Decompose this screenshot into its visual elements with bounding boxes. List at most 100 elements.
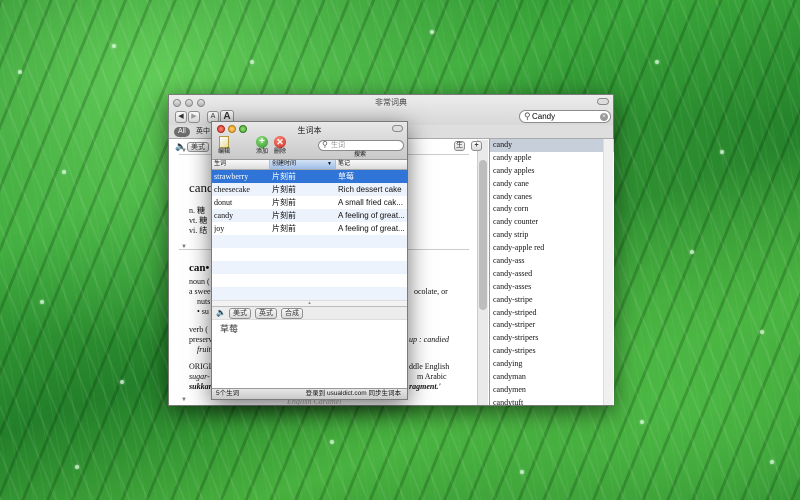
plus-icon: + (256, 136, 268, 148)
definition-text: a swee (189, 287, 211, 296)
expand-button[interactable]: + (471, 141, 482, 151)
notebook-cell-word: candy (214, 211, 234, 220)
water-drop (62, 170, 66, 174)
word-list-item[interactable]: candy apples (490, 165, 614, 178)
definition-text: up : candied (409, 335, 449, 344)
notebook-cell-note: 草莓 (338, 172, 354, 181)
word-list-item[interactable]: candy-stripe (490, 294, 614, 307)
word-list-item[interactable]: candy-assed (490, 268, 614, 281)
disclosure-triangle[interactable]: ▼ (181, 148, 187, 154)
speaker-icon[interactable]: 🔈 (216, 308, 226, 317)
word-list-scrollbar[interactable] (603, 139, 613, 405)
sync-link[interactable]: 登录到 usualdict.com 同步生词本 (306, 389, 401, 399)
word-list-item[interactable]: candy counter (490, 216, 614, 229)
word-list-item[interactable]: candy-apple red (490, 242, 614, 255)
toolbar-toggle-button[interactable] (392, 125, 403, 132)
word-list-item[interactable]: candyman (490, 371, 614, 384)
word-list-item[interactable]: candy strip (490, 229, 614, 242)
word-list-item[interactable]: candy-stripers (490, 332, 614, 345)
headword: cand (189, 180, 214, 195)
notebook-toolbar: 生词本 编辑 + 添加 ✕ 删除 ⚲ 生词 搜索 (212, 122, 407, 160)
delete-word-button[interactable]: ✕ 删除 (272, 136, 288, 156)
pos-label: noun ( (189, 277, 210, 286)
disclosure-triangle[interactable]: ▼ (181, 397, 187, 403)
origin-text: ddle English (409, 362, 450, 371)
word-list-item[interactable]: candy (490, 139, 614, 152)
entry-scrollbar[interactable] (477, 140, 488, 405)
water-drop (690, 250, 694, 254)
definition-text: • su (197, 307, 209, 316)
word-list-item[interactable]: candymen (490, 384, 614, 397)
column-header-time[interactable]: 创建时间 ▼ (270, 160, 336, 169)
tab-all[interactable]: All (174, 127, 190, 137)
notebook-row[interactable]: strawberry 片刻前 草莓 (212, 170, 408, 183)
search-icon: ⚲ (524, 111, 531, 121)
notebook-cell-word: cheesecake (214, 185, 250, 194)
word-list-item[interactable]: candy-ass (490, 255, 614, 268)
notebook-cell-time: 片刻前 (272, 172, 296, 181)
notebook-column-headers: 生词 创建时间 ▼ 笔记 (212, 160, 407, 170)
word-list-item[interactable]: candy-striped (490, 307, 614, 320)
word-list-item[interactable]: candy-asses (490, 281, 614, 294)
origin-text: sugar- (189, 372, 210, 381)
notebook-row[interactable]: cheesecake 片刻前 Rich dessert cake (212, 183, 408, 196)
definition-text: preserv (189, 335, 213, 344)
pronounce-us-button[interactable]: 美式 (187, 142, 209, 152)
notebook-cell-note: Rich dessert cake (338, 185, 402, 194)
notebook-cell-time: 片刻前 (272, 224, 296, 233)
window-title: 生词本 (297, 126, 322, 135)
detail-note[interactable]: 草莓 (220, 322, 238, 335)
word-list-item[interactable]: candytuft (490, 397, 614, 410)
word-count: 5个生词 (216, 390, 240, 397)
notebook-row[interactable]: candy 片刻前 A feeling of great... (212, 209, 408, 222)
word-list-item[interactable]: candy corn (490, 203, 614, 216)
column-header-word[interactable]: 生词 (214, 160, 270, 169)
search-input[interactable]: Candy (532, 111, 555, 123)
origin-label: ORIGI (189, 362, 212, 371)
pronounce-uk-button[interactable]: 英式 (255, 308, 277, 319)
notebook-row[interactable]: donut 片刻前 A small fried cak... (212, 196, 408, 209)
search-field[interactable]: ⚲ Candy × (519, 110, 611, 123)
notebook-cell-note: A feeling of great... (338, 211, 405, 220)
back-arrow-icon: ◀ (178, 113, 184, 120)
word-list-item[interactable]: candy canes (490, 191, 614, 204)
notebook-cell-word: strawberry (214, 172, 249, 181)
notebook-cell-word: joy (214, 224, 225, 233)
notebook-cell-time: 片刻前 (272, 185, 296, 194)
scroll-thumb[interactable] (479, 160, 487, 310)
back-button[interactable]: ◀ (175, 111, 187, 123)
water-drop (520, 470, 524, 474)
toolbar-toggle-button[interactable] (597, 98, 609, 105)
definition-text: nuts (197, 297, 211, 306)
pronounce-us-button[interactable]: 美式 (229, 308, 251, 319)
notebook-cell-word: donut (214, 198, 233, 207)
water-drop (760, 330, 764, 334)
water-drop (120, 380, 124, 384)
word-list-item[interactable]: candy cane (490, 178, 614, 191)
forward-arrow-icon: ▶ (191, 113, 197, 120)
pronounce-tts-button[interactable]: 合成 (281, 308, 303, 319)
notebook-cell-time: 片刻前 (272, 198, 296, 207)
notebook-search-field[interactable]: ⚲ 生词 (318, 140, 404, 151)
water-drop (112, 44, 116, 48)
water-drop (720, 150, 724, 154)
column-header-note[interactable]: 笔记 (338, 160, 350, 169)
tab-en-zh[interactable]: 英中 (196, 127, 210, 137)
edit-button[interactable]: 编辑 (216, 136, 232, 156)
word-list-item[interactable]: candy apple (490, 152, 614, 165)
notebook-search-input[interactable]: 生词 (331, 141, 345, 151)
word-list-item[interactable]: candy-stripes (490, 345, 614, 358)
search-icon: ⚲ (322, 140, 328, 149)
forward-button[interactable]: ▶ (188, 111, 200, 123)
word-list-item[interactable]: candying (490, 358, 614, 371)
notebook-cell-note: A feeling of great... (338, 224, 405, 233)
word-list-item[interactable]: candy-striper (490, 319, 614, 332)
add-to-notebook-button[interactable]: 生 (454, 141, 465, 151)
clear-icon[interactable]: × (600, 113, 608, 121)
notebook-row[interactable]: joy 片刻前 A feeling of great... (212, 222, 408, 235)
origin-text: m Arabic (417, 372, 447, 381)
water-drop (655, 60, 659, 64)
notebook-window: 生词本 编辑 + 添加 ✕ 删除 ⚲ 生词 搜索 生词 创建时间 ▼ 笔记 ▴ 🔈… (211, 121, 408, 400)
water-drop (75, 465, 79, 469)
add-word-button[interactable]: + 添加 (254, 136, 270, 156)
